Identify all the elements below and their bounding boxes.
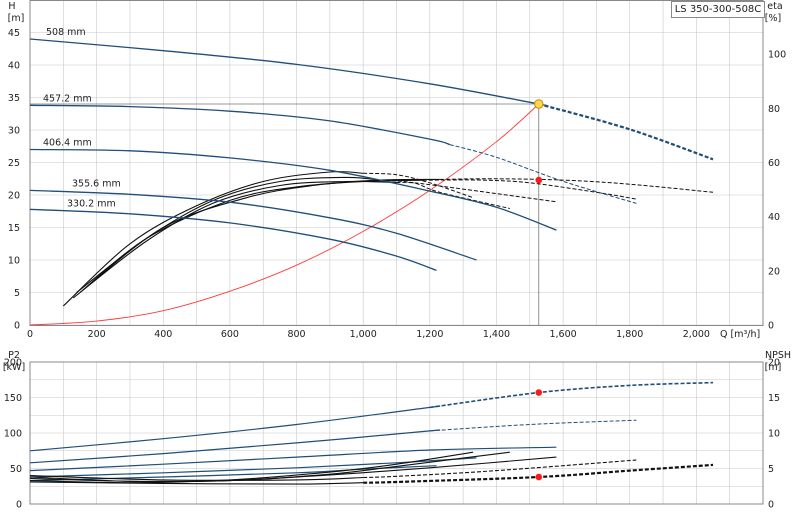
series-label-head-3: 406.4 mm [43, 138, 92, 149]
tick-label-npsh: 20 [768, 358, 780, 369]
tick-label-flow: 400 [154, 329, 172, 340]
tick-label-head: 35 [8, 93, 20, 104]
duty-point-power-marker [535, 389, 543, 396]
tick-label-flow: 1,400 [483, 329, 510, 340]
tick-label-head: 40 [8, 61, 20, 72]
series-label-head-2: 457.2 mm [43, 93, 92, 104]
tick-label-head: 20 [8, 191, 20, 202]
tick-label-power: 150 [4, 393, 22, 404]
tick-label-eta: 20 [768, 266, 780, 277]
tick-label-eta: 60 [768, 158, 780, 169]
series-label-head-5: 330.2 mm [67, 198, 116, 209]
tick-label-npsh: 15 [768, 393, 780, 404]
tick-label-head: 30 [8, 126, 20, 137]
tick-label-npsh: 5 [768, 464, 774, 475]
tick-label-flow: 1,200 [416, 329, 443, 340]
series-label-head-4: 355.6 mm [72, 178, 121, 189]
tick-label-head: 0 [14, 321, 20, 332]
tick-label-flow: 2,000 [683, 329, 710, 340]
tick-label-head: 25 [8, 158, 20, 169]
duty-point-npsh-marker [535, 473, 543, 481]
duty-point-head-marker [534, 99, 544, 109]
tick-label-flow: 0 [27, 329, 33, 340]
tick-label-flow: 1,600 [549, 329, 576, 340]
tick-label-npsh: 0 [768, 500, 774, 511]
tick-label-head: 5 [14, 288, 20, 299]
tick-label-power: 100 [4, 429, 22, 440]
tick-label-power: 0 [16, 500, 22, 511]
chart-svg: H[m]eta[%]051015202530354045020406080100… [0, 0, 800, 520]
y-axis-unit-head: [m] [8, 13, 25, 24]
tick-label-flow: 600 [221, 329, 239, 340]
y-axis-unit-eta: [%] [765, 13, 781, 24]
tick-label-head: 15 [8, 223, 20, 234]
series-label-head-1: 508 mm [46, 27, 86, 38]
chart-title: LS 350-300-508C [671, 1, 765, 18]
x-axis-label-flow: Q [m³/h] [720, 329, 760, 340]
duty-point-eta-marker [535, 176, 543, 184]
y-axis-label-head: H [8, 1, 15, 12]
tick-label-eta: 100 [768, 50, 786, 61]
tick-label-head: 45 [8, 28, 20, 39]
tick-label-head: 10 [8, 256, 20, 267]
tick-label-flow: 1,000 [350, 329, 377, 340]
tick-label-eta: 0 [768, 321, 774, 332]
pump-curve-chart: H [m] eta [%] 0 5 10 15 20 25 30 35 40 45 0 20 40 60 80 100… [0, 0, 800, 520]
tick-label-eta: 40 [768, 212, 780, 223]
tick-label-eta: 80 [768, 104, 780, 115]
tick-label-flow: 1,800 [616, 329, 643, 340]
tick-label-power: 200 [4, 358, 22, 369]
tick-label-flow: 200 [88, 329, 106, 340]
tick-label-npsh: 10 [768, 429, 780, 440]
tick-label-flow: 800 [287, 329, 305, 340]
tick-label-power: 50 [10, 464, 22, 475]
y-axis-label-eta: eta [767, 1, 782, 12]
